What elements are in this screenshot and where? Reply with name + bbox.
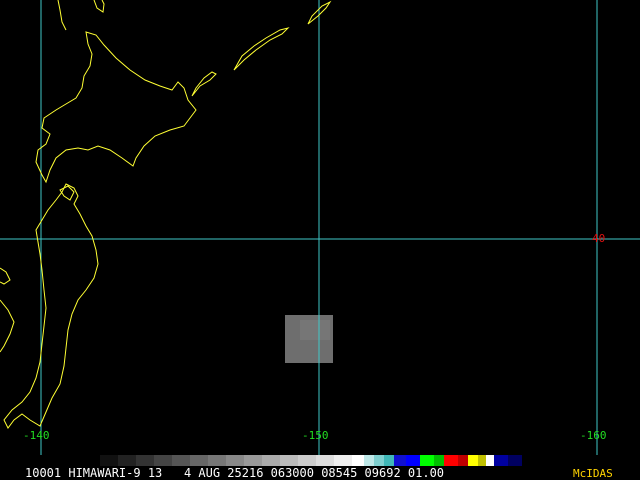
coastline-kuril-2 [233, 27, 290, 71]
color-bar-segment [190, 455, 208, 466]
coastline-oshima [59, 185, 75, 201]
color-bar-segment [208, 455, 226, 466]
cloud-patch-detail [300, 320, 330, 340]
coastline-hokkaido [35, 0, 197, 184]
color-bar-segment [118, 455, 136, 466]
color-bar-segment [494, 455, 508, 466]
color-bar-segment [434, 455, 444, 466]
coastline-map-icon [0, 0, 332, 429]
lon-label-160: -160 [580, 429, 607, 442]
color-bar-segment [262, 455, 280, 466]
color-bar-segment [334, 455, 352, 466]
color-bar-segment [508, 455, 522, 466]
color-bar-segment [486, 455, 494, 466]
color-bar-segment [226, 455, 244, 466]
color-bar-segment [100, 455, 118, 466]
satellite-image-frame: -140 -150 -160 40 10001 HIMAWARI-9 13 4 … [0, 0, 640, 480]
color-bar-segment [406, 455, 420, 466]
coastline-kuril-1 [191, 71, 217, 97]
color-bar-segment [280, 455, 298, 466]
color-bar-segment [374, 455, 384, 466]
coastline-west-mainland [0, 299, 15, 353]
color-bar-segment [478, 455, 486, 466]
status-text: 10001 HIMAWARI-9 13 4 AUG 25216 063000 0… [25, 466, 445, 480]
color-bar-segment [444, 455, 458, 466]
lon-label-150: -150 [302, 429, 329, 442]
color-bar-segment [136, 455, 154, 466]
lat-label-40: 40 [592, 232, 606, 245]
color-bar-segment [298, 455, 316, 466]
status-bar: 10001 HIMAWARI-9 13 4 AUG 25216 063000 0… [0, 466, 640, 480]
color-bar-segment [244, 455, 262, 466]
color-bar-segment [154, 455, 172, 466]
color-bar-segment [384, 455, 394, 466]
color-bar-segment [458, 455, 468, 466]
mcidas-brand: McIDAS [573, 467, 613, 480]
color-bar-segment [364, 455, 374, 466]
coastline-west-islands [0, 267, 11, 285]
color-bar-segment [352, 455, 364, 466]
color-bar-segment [0, 455, 100, 466]
coastline-sakhalin [57, 0, 67, 31]
color-bar-segment [420, 455, 434, 466]
coastline-honshu [3, 183, 99, 429]
color-bar-segment [172, 455, 190, 466]
color-bar-segment [394, 455, 406, 466]
color-bar [0, 455, 640, 466]
color-bar-segment [468, 455, 478, 466]
satellite-map[interactable] [0, 0, 640, 455]
lon-label-140: -140 [23, 429, 50, 442]
color-bar-segment [316, 455, 334, 466]
